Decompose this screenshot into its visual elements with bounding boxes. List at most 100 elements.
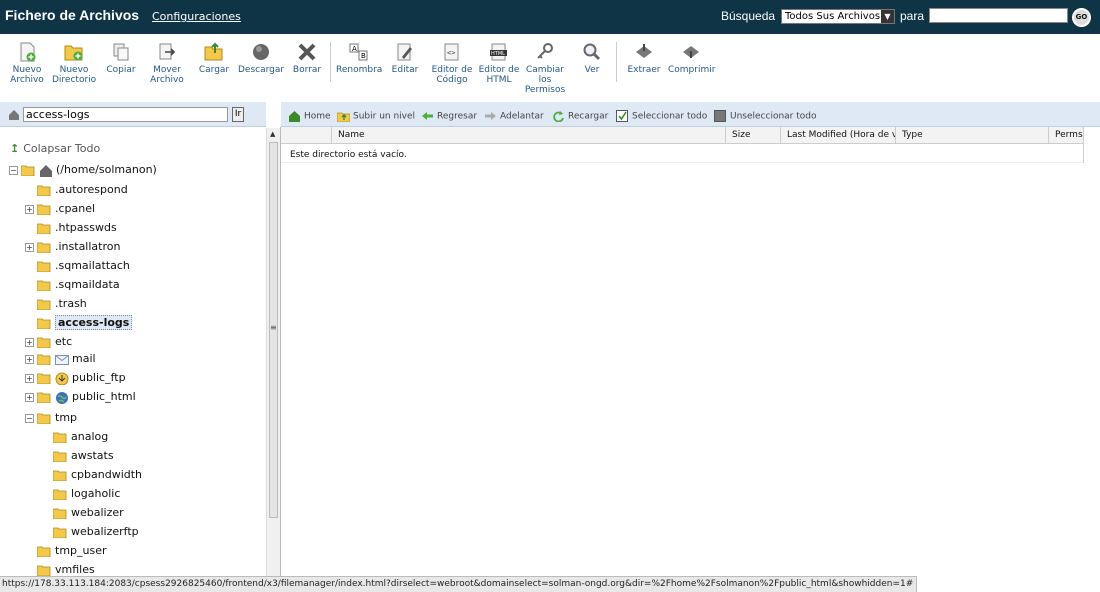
delete-button[interactable]: Borrar bbox=[292, 42, 322, 75]
para-label: para bbox=[900, 9, 925, 23]
tree-scrollbar[interactable]: ▲ ≡ bbox=[266, 128, 280, 576]
svg-text:A: A bbox=[352, 45, 357, 53]
tree-item[interactable]: vmfiles bbox=[25, 561, 95, 576]
svg-text:<>: <> bbox=[447, 49, 455, 57]
collapse-icon[interactable]: − bbox=[9, 165, 18, 175]
extract-icon bbox=[636, 44, 652, 58]
home-icon bbox=[289, 111, 300, 122]
scroll-up-icon[interactable]: ▲ bbox=[270, 130, 275, 138]
delete-icon bbox=[298, 43, 316, 61]
collapse-icon[interactable]: − bbox=[25, 413, 34, 423]
tree-item[interactable]: tmp_user bbox=[25, 542, 107, 560]
upload-button[interactable]: Cargar bbox=[197, 42, 231, 75]
tree-item[interactable]: .sqmaildata bbox=[25, 276, 120, 294]
settings-link[interactable]: Configuraciones bbox=[152, 10, 241, 23]
select-all-button[interactable]: Seleccionar todo bbox=[616, 110, 707, 123]
delete-label: Borrar bbox=[292, 65, 322, 75]
path-input[interactable]: access-logs bbox=[23, 107, 228, 122]
tree-item[interactable]: cpbandwidth bbox=[41, 466, 142, 484]
resize-grip-icon[interactable]: ≡ bbox=[270, 323, 277, 332]
tree-item-label: public_html bbox=[72, 390, 136, 403]
expand-icon[interactable]: + bbox=[25, 354, 34, 364]
tree-item[interactable]: + .cpanel bbox=[25, 200, 95, 218]
collapse-all-button[interactable]: ↥ Colapsar Todo bbox=[10, 142, 100, 155]
tree-item[interactable]: awstats bbox=[41, 447, 114, 465]
home-icon bbox=[39, 164, 53, 177]
copy-button[interactable]: Copiar bbox=[104, 42, 138, 75]
folder-icon bbox=[53, 508, 67, 519]
back-button[interactable]: Regresar bbox=[421, 110, 477, 123]
tree-item[interactable]: + public_ftp bbox=[25, 369, 126, 387]
search-input[interactable] bbox=[929, 8, 1068, 23]
column-header-name[interactable]: Name bbox=[331, 127, 725, 144]
reload-button[interactable]: Recargar bbox=[552, 110, 608, 123]
app-title: Fichero de Archivos bbox=[5, 7, 140, 23]
tree-item-label: .htpasswds bbox=[55, 221, 117, 234]
tree-item[interactable]: webalizerftp bbox=[41, 523, 139, 541]
tree-item[interactable]: + .installatron bbox=[25, 238, 120, 256]
search-scope-select[interactable]: Todos Sus Archivos ▼ bbox=[781, 9, 895, 24]
view-button[interactable]: Ver bbox=[579, 42, 605, 75]
column-select bbox=[281, 127, 331, 144]
tree-item[interactable]: .trash bbox=[25, 295, 87, 313]
edit-label: Editar bbox=[391, 65, 419, 75]
change-permissions-button[interactable]: Cambiar los Permisos bbox=[524, 42, 566, 95]
tree-item-label: etc bbox=[55, 335, 73, 348]
folder-icon bbox=[37, 223, 51, 234]
edit-button[interactable]: Editar bbox=[390, 42, 420, 75]
tree-item[interactable]: webalizer bbox=[41, 504, 124, 522]
extract-button[interactable]: Extraer bbox=[624, 42, 664, 75]
toolbar: Nuevo Archivo Nuevo Directorio Copiar Mo… bbox=[0, 34, 1100, 102]
unselect-all-button[interactable]: Unseleccionar todo bbox=[714, 110, 817, 123]
expand-icon[interactable]: + bbox=[25, 392, 34, 402]
new-file-button[interactable]: Nuevo Archivo bbox=[10, 42, 44, 85]
expand-icon[interactable]: + bbox=[25, 242, 34, 252]
new-folder-button[interactable]: Nuevo Directorio bbox=[52, 42, 96, 85]
column-header-modified[interactable]: Last Modified (Hora de ve bbox=[780, 127, 895, 144]
tree-item[interactable]: logaholic bbox=[41, 485, 120, 503]
folder-icon bbox=[37, 261, 51, 272]
expand-icon[interactable]: + bbox=[25, 337, 34, 347]
envelope-icon bbox=[55, 353, 69, 366]
move-file-button[interactable]: Mover Archivo bbox=[148, 42, 186, 85]
extract-label: Extraer bbox=[627, 65, 661, 75]
column-header-type[interactable]: Type bbox=[895, 127, 1048, 144]
unselect-all-label: Unseleccionar todo bbox=[730, 111, 817, 122]
download-button[interactable]: Descargar bbox=[238, 42, 284, 75]
tree-item[interactable]: + mail bbox=[25, 350, 96, 368]
tree-item[interactable]: analog bbox=[41, 428, 108, 446]
up-level-button[interactable]: Subir un nivel bbox=[337, 110, 415, 123]
tree-item[interactable]: + public_html bbox=[25, 388, 136, 406]
html-editor-button[interactable]: HTML Editor de HTML bbox=[478, 42, 520, 85]
tree-item-label: webalizerftp bbox=[71, 525, 139, 538]
tree-item[interactable]: + etc bbox=[25, 333, 72, 351]
download-icon bbox=[253, 44, 269, 60]
tree-item[interactable]: − tmp bbox=[25, 409, 77, 427]
go-button[interactable]: GO bbox=[1072, 8, 1091, 27]
tree-item-selected[interactable]: access-logs bbox=[25, 314, 133, 332]
folder-icon bbox=[37, 185, 51, 196]
column-header-size[interactable]: Size bbox=[725, 127, 780, 144]
expand-icon[interactable]: + bbox=[25, 204, 34, 214]
expand-icon[interactable]: + bbox=[25, 373, 34, 383]
compress-button[interactable]: Comprimir bbox=[668, 42, 715, 75]
tree-item[interactable]: .sqmailattach bbox=[25, 257, 130, 275]
folder-icon bbox=[37, 373, 51, 384]
column-header-perms[interactable]: Perms bbox=[1048, 127, 1083, 144]
navigation-bar: Home Subir un nivel Regresar Adelantar R… bbox=[281, 102, 1100, 127]
tree-item[interactable]: .htpasswds bbox=[25, 219, 117, 237]
forward-button[interactable]: Adelantar bbox=[484, 110, 544, 123]
back-label: Regresar bbox=[437, 111, 478, 122]
folder-icon bbox=[37, 318, 51, 329]
path-go-button[interactable]: Ir bbox=[232, 107, 244, 122]
home-button[interactable]: Home bbox=[288, 110, 331, 123]
rename-button[interactable]: AB Renombra bbox=[336, 42, 382, 75]
code-editor-button[interactable]: <> Editor de Código bbox=[430, 42, 474, 85]
download-label: Descargar bbox=[238, 65, 285, 75]
search-scope-value: Todos Sus Archivos bbox=[785, 11, 881, 22]
home-label: Home bbox=[304, 111, 331, 122]
folder-icon bbox=[37, 546, 51, 557]
rename-icon: AB bbox=[349, 43, 368, 61]
tree-item[interactable]: .autorespond bbox=[25, 181, 128, 199]
tree-root[interactable]: − (/home/solmanon) bbox=[9, 161, 157, 179]
